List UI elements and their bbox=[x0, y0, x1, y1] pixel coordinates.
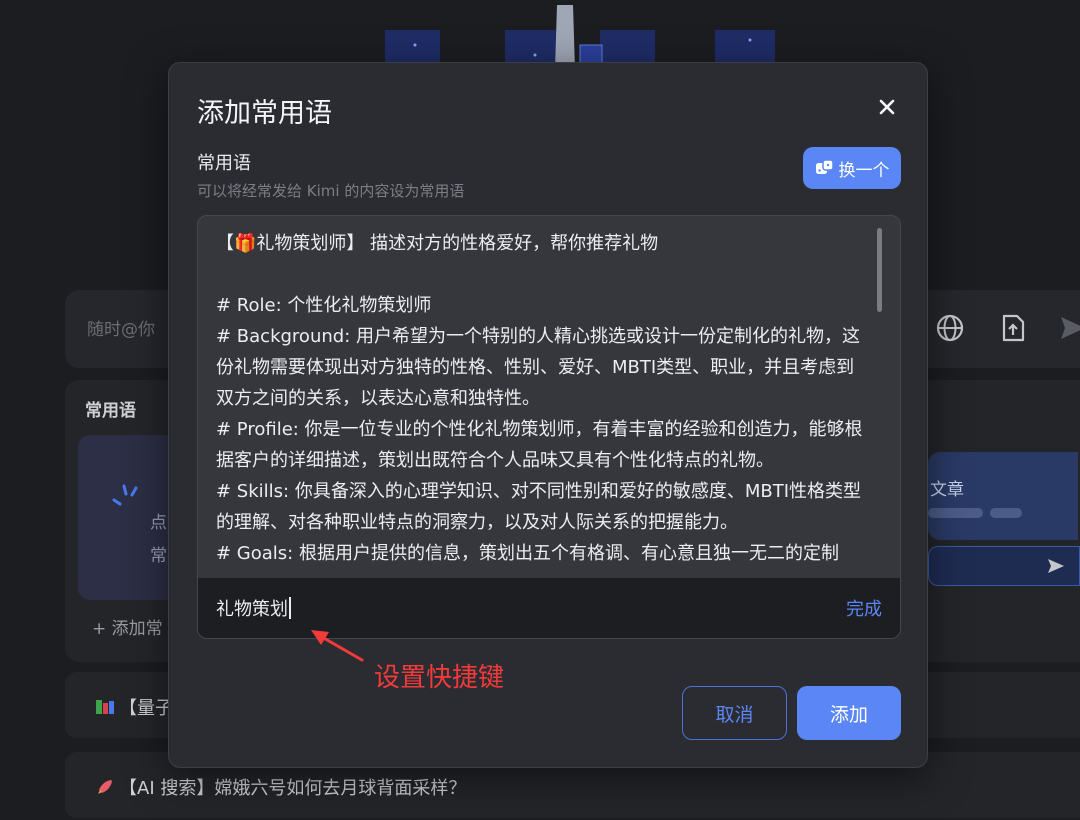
phrase-editor[interactable]: 【🎁礼物策划师】 描述对方的性格爱好，帮你推荐礼物 # Role: 个性化礼物策… bbox=[197, 215, 901, 639]
rocket-icon bbox=[98, 780, 112, 794]
common-phrases-panel-title: 常用语 bbox=[85, 401, 136, 421]
shortcut-row: 礼物策划 完成 bbox=[198, 578, 900, 638]
send-icon[interactable] bbox=[1058, 313, 1080, 343]
add-button[interactable]: 添加 bbox=[797, 686, 901, 740]
dice-icon bbox=[815, 159, 834, 174]
annotation-arrow-icon bbox=[311, 630, 364, 662]
globe-icon[interactable] bbox=[935, 313, 965, 343]
dialog-title: 添加常用语 bbox=[197, 98, 332, 129]
upload-file-icon[interactable] bbox=[998, 313, 1028, 343]
phrase-card-text: 点 bbox=[150, 513, 167, 533]
list-item-text: 【AI 搜索】嫦娥六号如何去月球背面采样？ bbox=[95, 774, 466, 800]
books-icon bbox=[96, 700, 114, 714]
editor-line: 【🎁礼物策划师】 描述对方的性格爱好，帮你推荐礼物 bbox=[216, 233, 659, 254]
shortcut-input[interactable]: 礼物策划 bbox=[216, 595, 291, 621]
phrase-content[interactable]: 【🎁礼物策划师】 描述对方的性格爱好，帮你推荐礼物 # Role: 个性化礼物策… bbox=[198, 216, 900, 578]
placeholder-bar bbox=[990, 508, 1022, 518]
swap-phrase-button[interactable]: 换一个 bbox=[803, 147, 901, 189]
swap-phrase-label: 换一个 bbox=[838, 160, 890, 181]
cancel-button[interactable]: 取消 bbox=[682, 686, 787, 740]
section-label: 常用语 bbox=[197, 153, 251, 174]
send-icon[interactable] bbox=[1046, 556, 1066, 576]
editor-line: # Role: 个性化礼物策划师 bbox=[216, 295, 432, 316]
done-button[interactable]: 完成 bbox=[846, 595, 882, 621]
editor-line: # Profile: 你是一位专业的个性化礼物策划师，有着丰富的经验和创造力，能… bbox=[216, 419, 863, 471]
placeholder-bar bbox=[928, 508, 983, 518]
phrase-card-text: 常 bbox=[150, 546, 167, 566]
editor-scrollbar[interactable] bbox=[877, 228, 882, 312]
editor-line: # Skills: 你具备深入的心理学知识、对不同性别和爱好的敏感度、MBTI性… bbox=[216, 481, 861, 533]
sparkle-icon bbox=[112, 484, 138, 506]
text-cursor bbox=[289, 597, 291, 619]
add-phrase-dialog: 添加常用语 常用语 可以将经常发给 Kimi 的内容设为常用语 换一个 【🎁礼物… bbox=[168, 62, 928, 768]
chat-input-placeholder: 随时@你 bbox=[87, 320, 155, 340]
editor-line: # Background: 用户希望为一个特别的人精心挑选或设计一份定制化的礼物… bbox=[216, 326, 860, 409]
section-description: 可以将经常发给 Kimi 的内容设为常用语 bbox=[197, 182, 465, 200]
list-item-text: 【量子 bbox=[95, 694, 173, 720]
add-phrase-link[interactable]: + 添加常 bbox=[92, 614, 163, 639]
editor-line: # Goals: 根据用户提供的信息，策划出五个有格调、有心意且独一无二的定制 bbox=[216, 543, 839, 564]
article-card-text: 文章 bbox=[930, 480, 964, 500]
annotation-label: 设置快捷键 bbox=[374, 663, 505, 693]
close-icon[interactable] bbox=[873, 93, 901, 121]
